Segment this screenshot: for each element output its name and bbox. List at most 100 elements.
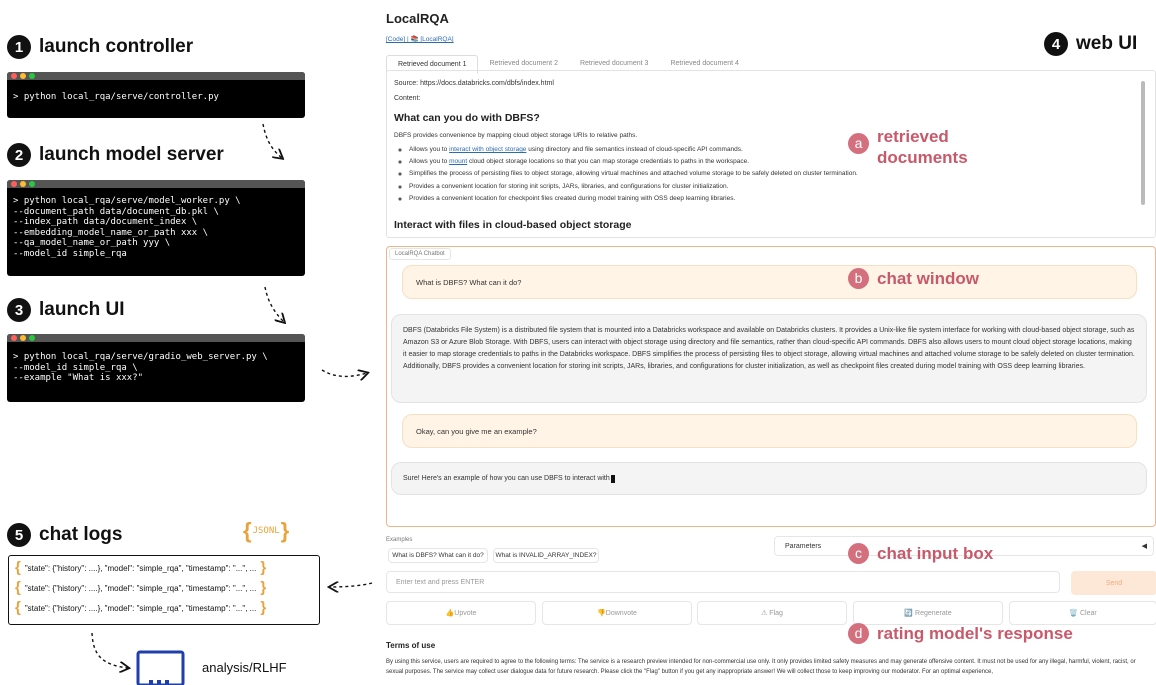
upvote-button[interactable]: 👍Upvote <box>386 601 536 625</box>
doc-content-label: Content: <box>394 95 421 102</box>
step-5-number: 5 <box>7 523 31 547</box>
example-chip-invalid-array-index[interactable]: What is INVALID_ARRAY_INDEX? <box>493 548 599 563</box>
log-row: {"state": {"history": ....}, "model": "s… <box>15 559 267 576</box>
annotation-c-badge: c <box>848 543 869 564</box>
arrow-1-to-2 <box>262 123 282 158</box>
log-row: {"state": {"history": ....}, "model": "s… <box>15 599 266 616</box>
annotation-chat-input-box: c chat input box <box>848 543 993 564</box>
chat-log-box: {"state": {"history": ....}, "model": "s… <box>8 555 320 625</box>
terms-text: By using this service, users are require… <box>386 659 1136 675</box>
caret-left-icon: ◀ <box>1141 543 1147 550</box>
brace-open-icon: { <box>15 559 21 576</box>
step-3-heading: 3 launch UI <box>7 298 125 322</box>
app-title: LocalRQA <box>386 11 449 26</box>
header-links[interactable]: [Code] | 📚 [LocalRQA] <box>386 35 454 43</box>
terminal-controller-command: > python local_rqa/serve/controller.py <box>13 92 219 102</box>
doc-bullet: Provides a convenient location for stori… <box>409 183 1109 190</box>
chat-user-message: Okay, can you give me an example? <box>402 414 1137 448</box>
clear-button[interactable]: 🗑️ Clear <box>1009 601 1156 625</box>
chat-bot-message: DBFS (Databricks File System) is a distr… <box>391 314 1147 403</box>
jsonl-label: JSONL <box>252 526 280 536</box>
doc-bullet-text: Allows you to <box>409 146 450 153</box>
annotation-b-label: chat window <box>877 269 979 288</box>
parameters-label: Parameters <box>785 542 822 550</box>
annotation-rating: d rating model's response <box>848 623 1073 644</box>
terminal-model-server: > python local_rqa/serve/model_worker.py… <box>7 180 305 276</box>
annotation-a-line-2: documents <box>877 148 968 167</box>
analysis-label: analysis/RLHF <box>202 660 287 675</box>
annotation-b-badge: b <box>848 268 869 289</box>
brace-open-icon: { <box>243 518 252 543</box>
step-5-label: chat logs <box>39 524 123 545</box>
annotation-retrieved-documents: a retrieved documents <box>848 126 968 168</box>
step-1-label: launch controller <box>39 36 194 57</box>
log-row: {"state": {"history": ....}, "model": "s… <box>15 579 267 596</box>
doc-bullet-list: Allows you to interact with object stora… <box>397 146 1109 207</box>
annotation-chat-window: b chat window <box>848 268 979 289</box>
step-2-label: launch model server <box>39 144 224 165</box>
step-4-label: web UI <box>1076 33 1138 54</box>
annotation-a-line-1: retrieved <box>877 127 949 146</box>
step-1-heading: 1 launch controller <box>7 35 193 59</box>
retrieved-document-panel: Source: https://docs.databricks.com/dbfs… <box>386 70 1156 238</box>
doc-intro: DBFS provides convenience by mapping clo… <box>394 132 638 139</box>
doc-link-object-storage[interactable]: interact with object storage <box>449 146 526 153</box>
doc-source: Source: https://docs.databricks.com/dbfs… <box>394 80 554 87</box>
brace-close-icon: } <box>260 579 267 596</box>
step-2-heading: 2 launch model server <box>7 143 224 167</box>
log-row-text: "state": {"history": ....}, "model": "si… <box>24 603 257 613</box>
doc-bullet-text: using directory and file semantics inste… <box>526 146 743 153</box>
doc-bullet: Allows you to mount cloud object storage… <box>409 158 1109 165</box>
annotation-c-label: chat input box <box>877 544 994 563</box>
typing-cursor <box>610 474 615 483</box>
arrow-logs-to-analysis <box>91 632 128 668</box>
annotation-d-badge: d <box>848 623 869 644</box>
chat-bot-message-streaming: Sure! Here's an example of how you can u… <box>391 462 1147 495</box>
terminal-ui-command: > python local_rqa/serve/gradio_web_serv… <box>13 352 268 384</box>
doc-bullet-text: Allows you to <box>409 158 450 166</box>
examples-label: Examples <box>386 537 413 543</box>
brace-close-icon: } <box>260 559 267 576</box>
doc-bullet: Simplifies the process of persisting fil… <box>409 170 1109 177</box>
step-3-number: 3 <box>7 298 31 322</box>
step-2-number: 2 <box>7 143 31 167</box>
chat-window: LocalRQA Chatbot What is DBFS? What can … <box>386 246 1156 527</box>
log-row-text: "state": {"history": ....}, "model": "si… <box>24 583 257 593</box>
doc-link-mount[interactable]: mount <box>449 158 467 165</box>
regenerate-button[interactable]: 🔄 Regenerate <box>853 601 1003 625</box>
brace-open-icon: { <box>15 599 21 616</box>
annotation-d-label: rating model's response <box>877 624 1073 643</box>
terminal-ui: > python local_rqa/serve/gradio_web_serv… <box>7 334 305 402</box>
terminal-controller: > python local_rqa/serve/controller.py <box>7 72 305 118</box>
step-4-heading: 4 web UI <box>1044 32 1137 56</box>
chat-input[interactable]: Enter text and press ENTER <box>386 571 1060 593</box>
step-3-label: launch UI <box>39 299 125 320</box>
terminal-model-server-command: > python local_rqa/serve/model_worker.py… <box>13 196 241 259</box>
example-chip-dbfs[interactable]: What is DBFS? What can it do? <box>388 548 488 563</box>
jsonl-badge: { JSONL } <box>243 518 289 544</box>
doc-heading-1: What can you do with DBFS? <box>394 112 540 124</box>
doc-bullet: Provides a convenient location for check… <box>409 195 1109 202</box>
step-4-number: 4 <box>1044 32 1068 56</box>
doc-bullet-text: cloud object storage locations so that y… <box>467 158 750 166</box>
flag-button[interactable]: ⚠ Flag <box>697 601 847 625</box>
chat-bot-message-text: Sure! Here's an example of how you can u… <box>403 474 610 482</box>
chat-user-message: What is DBFS? What can it do? <box>402 265 1137 299</box>
arrow-2-to-3 <box>264 286 284 322</box>
chat-input-placeholder: Enter text and press ENTER <box>396 578 485 586</box>
log-row-text: "state": {"history": ....}, "model": "si… <box>24 563 257 573</box>
step-1-number: 1 <box>7 35 31 59</box>
brace-close-icon: } <box>280 518 290 543</box>
doc-bullet: Allows you to interact with object stora… <box>409 146 1109 153</box>
doc-heading-2: Interact with files in cloud-based objec… <box>394 219 632 231</box>
downvote-button[interactable]: 👎Downvote <box>542 601 692 625</box>
arrow-ui-to-logs <box>330 583 373 587</box>
arrow-3-to-ui <box>321 370 367 376</box>
chatbot-label: LocalRQA Chatbot <box>389 248 451 260</box>
step-5-heading: 5 chat logs <box>7 523 122 547</box>
annotation-a-badge: a <box>848 133 869 154</box>
brace-open-icon: { <box>15 579 21 596</box>
laptop-icon <box>136 650 185 685</box>
doc-scrollbar[interactable] <box>1141 81 1145 205</box>
send-button[interactable]: Send <box>1071 571 1156 595</box>
